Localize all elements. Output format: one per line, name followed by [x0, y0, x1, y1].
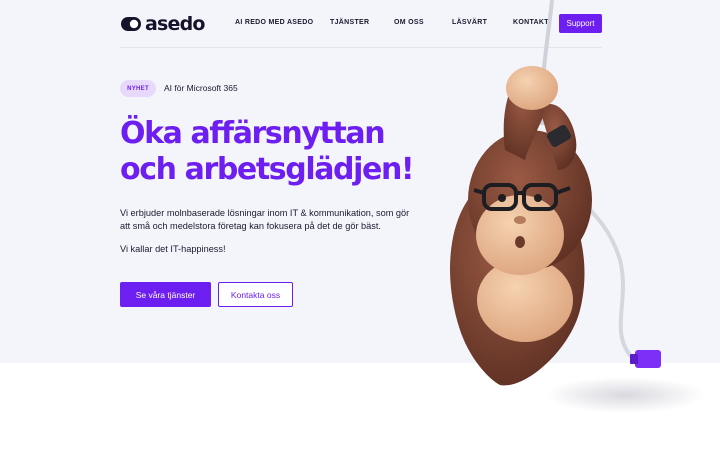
news-badge-text[interactable]: AI för Microsoft 365 [164, 83, 238, 93]
nav-item-tjanster[interactable]: TJÄNSTER [330, 19, 369, 26]
hero-headline-line-2: och arbetsglädjen! [120, 152, 415, 187]
nav-item-ai-redo[interactable]: AI REDO MED ASEDO [235, 19, 313, 26]
logo-text: asedo [145, 13, 205, 35]
hero-tagline: Vi kallar det IT-happiness! [120, 244, 226, 254]
nav-item-om-oss[interactable]: OM OSS [394, 19, 424, 26]
logo[interactable]: asedo [121, 13, 205, 35]
monkey-mascot-icon [450, 0, 705, 413]
hero-lead-text: Vi erbjuder molnbaserade lösningar inom … [120, 208, 410, 231]
contact-button[interactable]: Kontakta oss [218, 282, 293, 307]
hero-headline-line-1: Öka affärsnyttan [120, 116, 386, 151]
news-badge: NYHET [120, 80, 156, 97]
hero-headline: Öka affärsnyttan och arbetsglädjen! [120, 116, 440, 188]
services-button[interactable]: Se våra tjänster [120, 282, 211, 307]
logo-mark-icon [121, 17, 141, 31]
